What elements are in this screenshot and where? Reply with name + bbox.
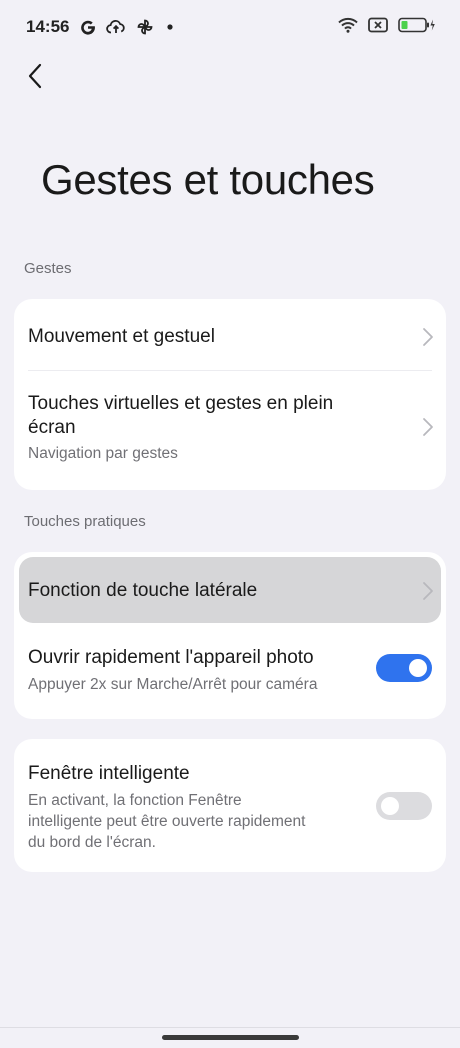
smart-window-toggle[interactable] — [376, 792, 432, 820]
pinwheel-icon — [135, 17, 155, 37]
row-side-key-function[interactable]: Fonction de touche latérale — [14, 552, 446, 628]
quick-camera-toggle[interactable] — [376, 654, 432, 682]
dot-icon — [164, 21, 176, 33]
row-title: Fenêtre intelligente — [28, 763, 190, 784]
row-virtual-keys-fullscreen-gestures[interactable]: Touches virtuelles et gestes en plein éc… — [14, 371, 446, 490]
toggle-knob — [409, 659, 427, 677]
row-title: Ouvrir rapidement l'appareil photo — [28, 647, 314, 668]
wifi-icon — [338, 17, 358, 38]
row-title-line2: écran — [28, 417, 76, 438]
battery-charging-icon — [398, 17, 436, 38]
chevron-right-icon — [423, 418, 433, 436]
status-bar: 14:56 — [0, 0, 460, 54]
page-title: Gestes et touches — [41, 156, 375, 203]
row-quick-camera[interactable]: Ouvrir rapidement l'appareil photo Appuy… — [14, 628, 446, 719]
chevron-left-icon — [28, 63, 42, 89]
chevron-right-icon — [423, 582, 433, 600]
cloud-upload-icon — [106, 19, 126, 35]
row-subtitle: Navigation par gestes — [28, 445, 178, 462]
row-subtitle: Appuyer 2x sur Marche/Arrêt pour caméra — [28, 676, 318, 693]
practical-keys-card: Fonction de touche latérale Ouvrir rapid… — [14, 552, 446, 719]
toggle-knob — [381, 797, 399, 815]
nav-bar-divider — [0, 1027, 460, 1028]
google-icon — [79, 18, 97, 36]
section-label-gestures: Gestes — [24, 260, 72, 277]
row-title: Mouvement et gestuel — [28, 326, 215, 347]
status-time: 14:56 — [26, 17, 70, 36]
smart-window-card: Fenêtre intelligente En activant, la fon… — [14, 739, 446, 872]
gestures-card: Mouvement et gestuel Touches virtuelles … — [14, 299, 446, 490]
home-indicator[interactable] — [162, 1035, 299, 1040]
row-desc-line3: du bord de l'écran. — [28, 834, 156, 851]
row-title-line1: Touches virtuelles et gestes en plein — [28, 393, 334, 414]
row-title: Fonction de touche latérale — [28, 580, 258, 601]
chevron-right-icon — [423, 328, 433, 346]
row-motion-gestures[interactable]: Mouvement et gestuel — [14, 299, 446, 371]
row-smart-window[interactable]: Fenêtre intelligente En activant, la fon… — [14, 739, 446, 872]
row-desc-line1: En activant, la fonction Fenêtre — [28, 792, 242, 809]
back-button[interactable] — [20, 58, 50, 94]
sim-no-signal-icon — [368, 17, 388, 38]
row-desc-line2: intelligente peut être ouverte rapidemen… — [28, 813, 306, 830]
section-label-practical-keys: Touches pratiques — [24, 513, 146, 530]
